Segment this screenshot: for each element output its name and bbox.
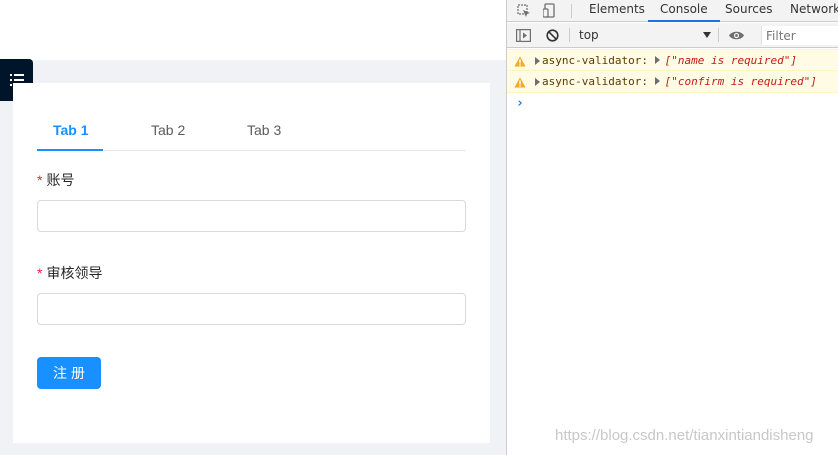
tab-bar-divider xyxy=(571,4,572,18)
console-toolbar: top xyxy=(507,23,838,48)
console-warning-message: async-validator: ["name is required"] xyxy=(507,49,838,71)
message-payload[interactable]: ["confirm is required"] xyxy=(665,75,817,88)
devtools-panel: Elements Console Sources Network top Fil… xyxy=(506,0,838,455)
account-field-label: * 账号 xyxy=(37,170,74,190)
tab-2[interactable]: Tab 2 xyxy=(151,122,185,138)
console-warning-message: async-validator: ["confirm is required"] xyxy=(507,71,838,93)
active-devtools-tab-indicator xyxy=(648,20,720,22)
console-sidebar-icon[interactable] xyxy=(514,25,532,46)
required-marker: * xyxy=(37,265,43,281)
toolbar-divider xyxy=(569,28,570,42)
tab-3[interactable]: Tab 3 xyxy=(247,122,281,138)
live-expression-icon[interactable] xyxy=(725,25,747,46)
form-tabs: Tab 1 Tab 2 Tab 3 xyxy=(37,110,466,151)
toolbar-divider xyxy=(718,28,719,42)
context-selector-value: top xyxy=(579,28,599,42)
inspect-element-icon[interactable] xyxy=(515,0,533,21)
account-input[interactable] xyxy=(37,200,466,232)
account-label-text: 账号 xyxy=(46,173,75,189)
message-source: async-validator: xyxy=(542,54,648,67)
expand-triangle-icon[interactable] xyxy=(535,57,540,65)
console-output: async-validator: ["name is required"] as… xyxy=(507,49,838,111)
reviewer-field-label: * 审核领导 xyxy=(37,263,102,283)
device-toolbar-icon[interactable] xyxy=(541,0,559,21)
reviewer-label-text: 审核领导 xyxy=(46,266,103,282)
tab-elements[interactable]: Elements xyxy=(589,0,645,22)
tab-console-label: Console xyxy=(660,2,708,16)
chevron-down-icon xyxy=(703,32,711,38)
tab-1[interactable]: Tab 1 xyxy=(53,122,89,138)
console-prompt[interactable]: › xyxy=(516,96,524,111)
context-selector[interactable]: top xyxy=(579,27,711,44)
clear-console-icon[interactable] xyxy=(543,25,561,46)
active-tab-indicator xyxy=(37,149,103,151)
reviewer-input[interactable] xyxy=(37,293,466,325)
watermark: https://blog.csdn.net/tianxintiandisheng xyxy=(555,427,814,444)
message-source: async-validator: xyxy=(542,75,648,88)
tab-sources[interactable]: Sources xyxy=(725,0,772,22)
required-marker: * xyxy=(37,172,43,188)
devtools-tab-bar: Elements Console Sources Network xyxy=(507,0,838,22)
console-filter-input[interactable] xyxy=(761,26,838,45)
warning-icon xyxy=(514,75,526,95)
expand-array-icon[interactable] xyxy=(654,56,660,64)
expand-triangle-icon[interactable] xyxy=(535,78,540,86)
message-payload[interactable]: ["name is required"] xyxy=(665,54,797,67)
app-page: Tab 1 Tab 2 Tab 3 * 账号 * 审核领导 注册 xyxy=(0,0,506,455)
tab-console[interactable]: Console xyxy=(648,0,720,22)
register-button[interactable]: 注册 xyxy=(37,357,101,389)
expand-array-icon[interactable] xyxy=(654,77,660,85)
tab-network[interactable]: Network xyxy=(790,0,838,22)
